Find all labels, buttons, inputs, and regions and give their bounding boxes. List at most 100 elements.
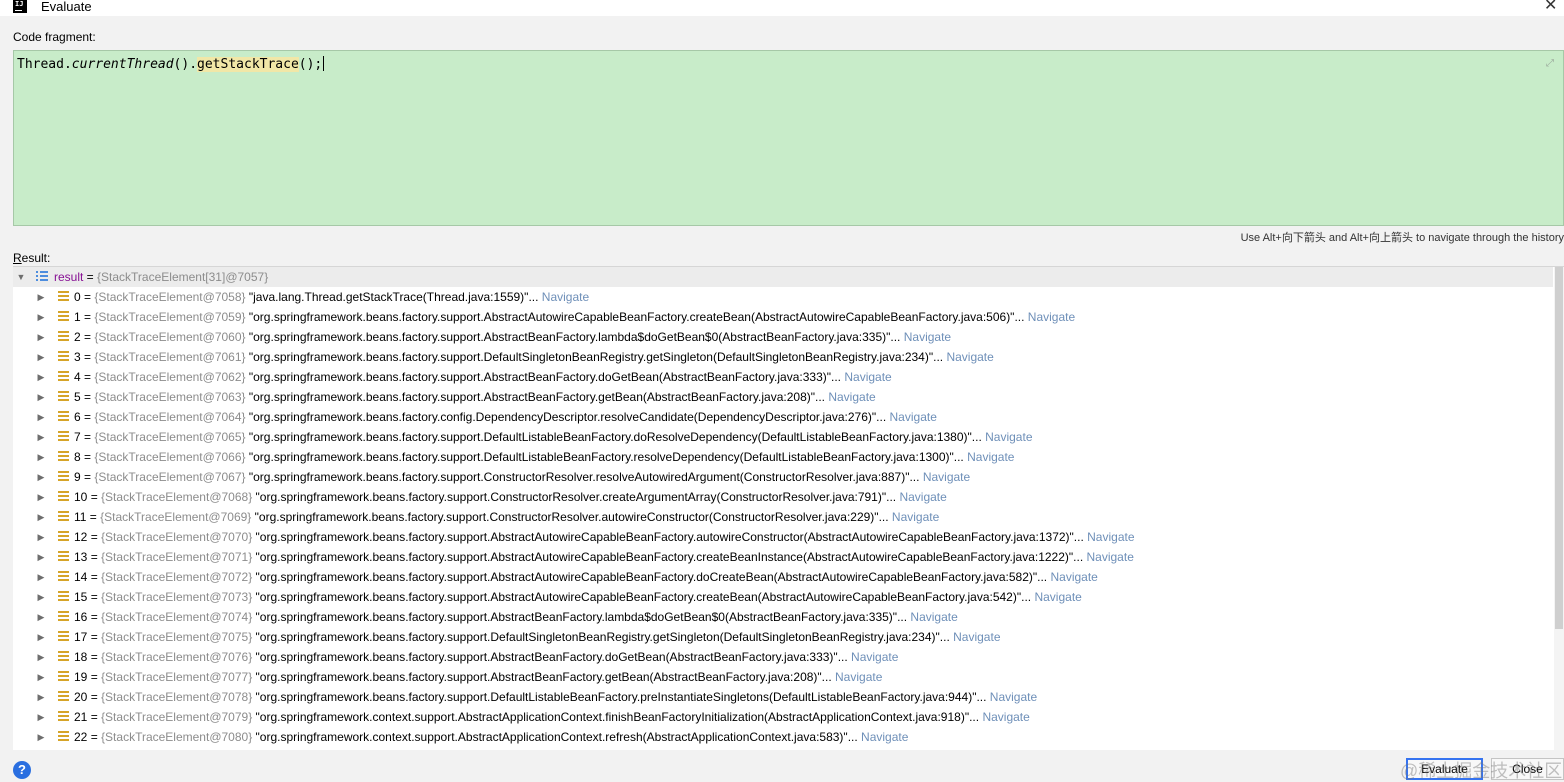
stack-trace-row[interactable]: ▶ 8 = {StackTraceElement@7066} "org.sprin…	[13, 447, 1553, 467]
navigate-link[interactable]: Navigate	[1028, 310, 1075, 324]
stack-trace-row[interactable]: ▶ 1 = {StackTraceElement@7059} "org.sprin…	[13, 307, 1553, 327]
navigate-link[interactable]: Navigate	[892, 510, 939, 524]
chevron-right-icon[interactable]: ▶	[35, 467, 47, 487]
result-root-row[interactable]: ▼ result = {StackTraceElement[31]@7057}	[13, 267, 1553, 287]
chevron-right-icon[interactable]: ▶	[35, 727, 47, 747]
expand-diagonal-icon[interactable]: ⤢	[1546, 59, 1556, 69]
navigate-link[interactable]: Navigate	[899, 490, 946, 504]
row-equals: =	[80, 350, 95, 364]
evaluate-button[interactable]: Evaluate	[1406, 758, 1483, 780]
code-terminator-token: ();	[298, 57, 323, 72]
result-tree[interactable]: ▼ result = {StackTraceElement[31]@7057} …	[13, 266, 1564, 750]
chevron-right-icon[interactable]: ▶	[35, 507, 47, 527]
stack-trace-row[interactable]: ▶ 15 = {StackTraceElement@7073} "org.spri…	[13, 587, 1553, 607]
chevron-right-icon[interactable]: ▶	[35, 367, 47, 387]
navigate-link[interactable]: Navigate	[835, 670, 882, 684]
chevron-right-icon[interactable]: ▶	[35, 327, 47, 347]
stack-trace-row[interactable]: ▶ 3 = {StackTraceElement@7061} "org.sprin…	[13, 347, 1553, 367]
stack-trace-row[interactable]: ▶ 14 = {StackTraceElement@7072} "org.spri…	[13, 567, 1553, 587]
navigate-link[interactable]: Navigate	[910, 610, 957, 624]
stack-trace-row[interactable]: ▶ 21 = {StackTraceElement@7079} "org.spri…	[13, 707, 1553, 727]
stack-trace-row[interactable]: ▶ 13 = {StackTraceElement@7071} "org.spri…	[13, 547, 1553, 567]
row-equals: =	[87, 530, 102, 544]
stack-trace-row[interactable]: ▶ 10 = {StackTraceElement@7068} "org.spri…	[13, 487, 1553, 507]
navigate-link[interactable]: Navigate	[1034, 590, 1081, 604]
navigate-link[interactable]: Navigate	[844, 370, 891, 384]
chevron-right-icon[interactable]: ▶	[35, 447, 47, 467]
stack-trace-row[interactable]: ▶ 16 = {StackTraceElement@7074} "org.spri…	[13, 607, 1553, 627]
row-index: 11	[74, 510, 87, 524]
field-lines-icon	[58, 331, 69, 342]
stack-trace-row[interactable]: ▶ 0 = {StackTraceElement@7058} "java.lang…	[13, 287, 1553, 307]
chevron-right-icon[interactable]: ▶	[35, 587, 47, 607]
stack-trace-row[interactable]: ▶ 4 = {StackTraceElement@7062} "org.sprin…	[13, 367, 1553, 387]
navigate-link[interactable]: Navigate	[904, 330, 951, 344]
chevron-right-icon[interactable]: ▶	[35, 687, 47, 707]
stack-trace-row[interactable]: ▶ 19 = {StackTraceElement@7077} "org.spri…	[13, 667, 1553, 687]
chevron-right-icon[interactable]: ▶	[35, 527, 47, 547]
chevron-down-icon[interactable]: ▼	[15, 267, 27, 287]
chevron-right-icon[interactable]: ▶	[35, 667, 47, 687]
navigate-link[interactable]: Navigate	[953, 630, 1000, 644]
navigate-link[interactable]: Navigate	[990, 690, 1037, 704]
row-ellipsis: ...	[939, 630, 954, 644]
help-button[interactable]: ?	[13, 761, 31, 779]
code-line[interactable]: Thread.currentThread().getStackTrace();	[17, 56, 325, 72]
stack-trace-row[interactable]: ▶ 9 = {StackTraceElement@7067} "org.sprin…	[13, 467, 1553, 487]
navigate-link[interactable]: Navigate	[967, 450, 1014, 464]
chevron-right-icon[interactable]: ▶	[35, 287, 47, 307]
stack-trace-row[interactable]: ▶ 12 = {StackTraceElement@7070} "org.spri…	[13, 527, 1553, 547]
row-index: 19	[74, 670, 88, 684]
navigate-link[interactable]: Navigate	[1087, 550, 1134, 564]
stack-trace-row[interactable]: ▶ 22 = {StackTraceElement@7080} "org.spri…	[13, 727, 1553, 747]
navigate-link[interactable]: Navigate	[890, 410, 937, 424]
code-fragment-editor[interactable]: Thread.currentThread().getStackTrace(); …	[13, 50, 1564, 226]
chevron-right-icon[interactable]: ▶	[35, 407, 47, 427]
navigate-link[interactable]: Navigate	[1087, 530, 1134, 544]
chevron-right-icon[interactable]: ▶	[35, 307, 47, 327]
navigate-link[interactable]: Navigate	[828, 390, 875, 404]
row-type: {StackTraceElement@7074}	[101, 610, 253, 624]
navigate-link[interactable]: Navigate	[1050, 570, 1097, 584]
chevron-right-icon[interactable]: ▶	[35, 567, 47, 587]
row-equals: =	[87, 490, 102, 504]
chevron-right-icon[interactable]: ▶	[35, 427, 47, 447]
close-window-icon[interactable]: ✕	[1544, 0, 1557, 14]
navigate-link[interactable]: Navigate	[946, 350, 993, 364]
chevron-right-icon[interactable]: ▶	[35, 487, 47, 507]
chevron-right-icon[interactable]: ▶	[35, 627, 47, 647]
chevron-right-icon[interactable]: ▶	[35, 547, 47, 567]
vertical-scrollbar[interactable]	[1554, 267, 1564, 750]
row-equals: =	[87, 570, 102, 584]
chevron-right-icon[interactable]: ▶	[35, 647, 47, 667]
stack-trace-row[interactable]: ▶ 18 = {StackTraceElement@7076} "org.spri…	[13, 647, 1553, 667]
stack-trace-row[interactable]: ▶ 6 = {StackTraceElement@7064} "org.sprin…	[13, 407, 1553, 427]
row-text: 2 = {StackTraceElement@7060} "org.spring…	[74, 327, 951, 347]
navigate-link[interactable]: Navigate	[923, 470, 970, 484]
stack-trace-row[interactable]: ▶ 17 = {StackTraceElement@7075} "org.spri…	[13, 627, 1553, 647]
close-button[interactable]: Close	[1491, 758, 1564, 780]
code-fragment-label: Code fragment:	[13, 30, 96, 44]
stack-trace-row[interactable]: ▶ 5 = {StackTraceElement@7063} "org.sprin…	[13, 387, 1553, 407]
stack-trace-row[interactable]: ▶ 20 = {StackTraceElement@7078} "org.spri…	[13, 687, 1553, 707]
row-index: 15	[74, 590, 88, 604]
chevron-right-icon[interactable]: ▶	[35, 607, 47, 627]
navigate-link[interactable]: Navigate	[985, 430, 1032, 444]
navigate-link[interactable]: Navigate	[982, 710, 1029, 724]
navigate-link[interactable]: Navigate	[861, 730, 908, 744]
stack-trace-row[interactable]: ▶ 11 = {StackTraceElement@7069} "org.spri…	[13, 507, 1553, 527]
row-text: 7 = {StackTraceElement@7065} "org.spring…	[74, 427, 1033, 447]
row-text: 16 = {StackTraceElement@7074} "org.sprin…	[74, 607, 958, 627]
stack-trace-row[interactable]: ▶ 7 = {StackTraceElement@7065} "org.sprin…	[13, 427, 1553, 447]
navigate-link[interactable]: Navigate	[851, 650, 898, 664]
chevron-right-icon[interactable]: ▶	[35, 387, 47, 407]
stack-trace-row[interactable]: ▶ 2 = {StackTraceElement@7060} "org.sprin…	[13, 327, 1553, 347]
scrollbar-thumb[interactable]	[1555, 267, 1563, 629]
chevron-right-icon[interactable]: ▶	[35, 707, 47, 727]
navigate-link[interactable]: Navigate	[542, 290, 589, 304]
chevron-right-icon[interactable]: ▶	[35, 347, 47, 367]
row-type: {StackTraceElement@7073}	[101, 590, 253, 604]
row-equals: =	[80, 430, 95, 444]
row-equals: =	[86, 510, 101, 524]
row-type: {StackTraceElement@7058}	[94, 290, 246, 304]
